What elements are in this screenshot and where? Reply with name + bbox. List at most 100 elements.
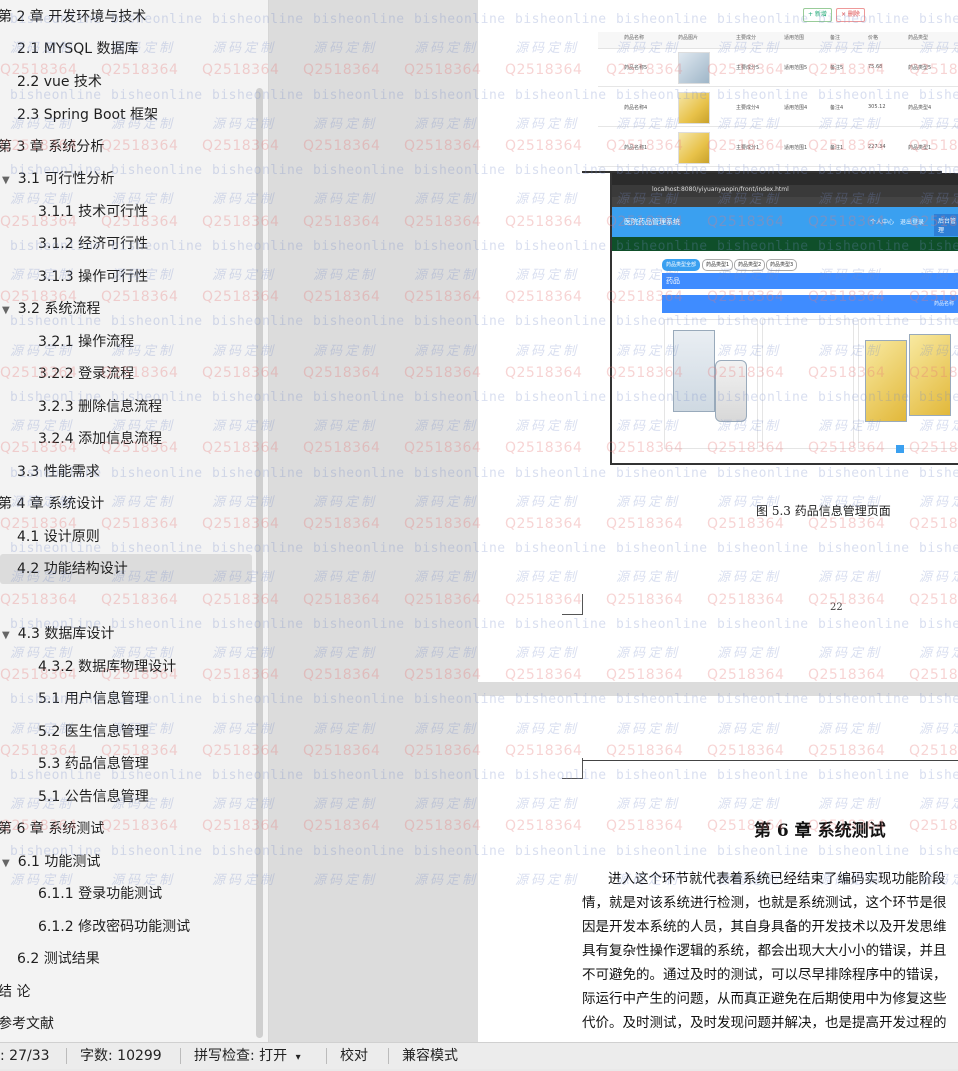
figure-browser-screenshot: localhost:8080/yiyuanyaopin/front/index.… [610, 173, 958, 465]
outline-item[interactable]: 6.1.1 登录功能测试 [38, 879, 162, 909]
outline-item-label: 结 论 [0, 984, 31, 1000]
table-header: 药品名称 药品图片 主要成分 适用范围 备注 价格 药品类型 [598, 32, 958, 49]
table-cell: 适用范围5 [784, 65, 808, 71]
outline-item-label: 第 4 章 系统设计 [0, 496, 105, 512]
outline-item[interactable]: 结 论 [0, 977, 30, 1007]
browser-bookmarks-bar [612, 197, 958, 207]
outline-item[interactable]: 参考文献 [0, 1009, 54, 1039]
pager-dot [896, 445, 904, 453]
outline-item[interactable]: 3.2.3 删除信息流程 [38, 392, 162, 422]
table-cell: 主要成分1 [736, 145, 760, 151]
outline-item[interactable]: 第 6 章 系统测试 [0, 814, 104, 844]
delete-button: × 删除 [836, 8, 865, 22]
outline-item[interactable]: 6.2 测试结果 [17, 944, 100, 974]
outline-item[interactable]: 3.3 性能需求 [17, 457, 100, 487]
outline-item-label: 参考文献 [0, 1016, 54, 1032]
outline-item-label: 3.2 系统流程 [17, 301, 101, 317]
app-title: 医院药品管理系统 [624, 218, 680, 226]
table-cell: 备注4 [830, 105, 844, 111]
expand-caret-icon[interactable]: ▼ [2, 858, 10, 869]
app-banner [612, 237, 958, 251]
figure-caption: 图 5.3 药品信息管理页面 [756, 504, 891, 518]
outline-item-label: 3.2.4 添加信息流程 [38, 431, 163, 447]
app-header: 医院药品管理系统 个人中心 退出登录 后台管理 [612, 207, 958, 237]
table-row: 药品名称1 主要成分1 适用范围1 备注1 227.34 药品类型1 [598, 128, 958, 167]
outline-item[interactable]: 5.1 公告信息管理 [38, 782, 149, 812]
outline-scrollbar[interactable] [256, 88, 263, 1038]
outline-item-label: 3.2.3 删除信息流程 [38, 399, 163, 415]
table-header-cell: 备注 [830, 35, 841, 41]
expand-caret-icon[interactable]: ▼ [2, 630, 10, 641]
table-cell: 305.12 [868, 104, 886, 110]
table-cell: 药品类型1 [908, 145, 932, 151]
outline-item[interactable]: 4.1 设计原则 [17, 522, 100, 552]
page-counter[interactable]: : 27/33 [0, 1043, 50, 1069]
word-count[interactable]: 字数: 10299 [80, 1043, 162, 1069]
table-header-cell: 药品类型 [908, 35, 929, 41]
browser-tab-strip [612, 173, 958, 185]
outline-item-label: 第 6 章 系统测试 [0, 821, 105, 837]
outline-item[interactable]: 第 2 章 开发环境与技术 [0, 2, 146, 32]
outline-item[interactable]: 5.1 用户信息管理 [38, 684, 149, 714]
outline-item[interactable]: 2.1 MYSQL 数据库 [17, 34, 139, 64]
drug-box-image [865, 340, 907, 422]
table-cell: 227.34 [868, 144, 886, 150]
outline-item[interactable]: 3.1.1 技术可行性 [38, 197, 148, 227]
table-cell: 适用范围4 [784, 105, 808, 111]
outline-item[interactable]: 3.1.3 操作可行性 [38, 262, 148, 292]
app-nav-item: 后台管理 [934, 214, 958, 236]
chevron-down-icon: ▾ [295, 1052, 301, 1063]
category-bar-label: 药品 [666, 277, 680, 285]
status-bar: : 27/33 字数: 10299 拼写检查: 打开 ▾ 校对 兼容模式 [0, 1042, 958, 1069]
paragraph-line: 因是开发本系统的人员，其自身具备的开发技术以及开发思维 [582, 919, 947, 935]
app-nav-item: 退出登录 [900, 219, 925, 226]
figure-table-screenshot: + 新增 × 删除 药品名称 药品图片 主要成分 适用范围 备注 价格 药品类型… [598, 0, 958, 170]
outline-item[interactable]: ▼ 3.2 系统流程 [2, 294, 100, 324]
table-cell: 适用范围1 [784, 145, 808, 151]
outline-item[interactable]: 第 4 章 系统设计 [0, 489, 104, 519]
table-cell: 药品类型5 [908, 65, 932, 71]
add-button: + 新增 [803, 8, 832, 22]
category-chip: 药品类型全部 [662, 259, 701, 271]
outline-item[interactable]: 4.2 功能结构设计 [17, 554, 128, 584]
outline-item[interactable]: ▼ 3.1 可行性分析 [2, 164, 114, 194]
outline-item-label: 5.1 公告信息管理 [38, 789, 149, 805]
expand-caret-icon[interactable]: ▼ [2, 305, 10, 316]
outline-item[interactable]: ▼ 6.1 功能测试 [2, 847, 100, 877]
paragraph-line: 进入这个环节就代表着系统已经结束了编码实现功能阶段 [608, 871, 946, 887]
outline-item[interactable]: 5.2 医生信息管理 [38, 717, 149, 747]
expand-caret-icon[interactable]: ▼ [2, 175, 10, 186]
outline-item[interactable]: 3.1.2 经济可行性 [38, 229, 148, 259]
table-cell: 主要成分4 [736, 105, 760, 111]
table-header-cell: 药品图片 [678, 35, 699, 41]
proofread-button[interactable]: 校对 [340, 1043, 368, 1069]
table-row: 药品名称5 主要成分5 适用范围5 备注5 75.68 药品类型5 [598, 48, 958, 87]
outline-item[interactable]: 4.3.2 数据库物理设计 [38, 652, 176, 682]
compat-mode-label[interactable]: 兼容模式 [402, 1043, 458, 1069]
table-row: 药品名称4 主要成分4 适用范围4 备注4 305.12 药品类型4 [598, 88, 958, 127]
outline-item[interactable]: 2.2 vue 技术 [17, 67, 102, 97]
outline-item[interactable]: 第 3 章 系统分析 [0, 132, 104, 162]
outline-item[interactable]: 3.2.1 操作流程 [38, 327, 134, 357]
list-bar: 药品名称 [662, 295, 958, 313]
outline-item[interactable]: 5.3 药品信息管理 [38, 749, 149, 779]
page-corner-mark [562, 594, 583, 615]
outline-item[interactable]: 3.2.4 添加信息流程 [38, 424, 162, 454]
paragraph-line: 情，就是对该系统进行检测，也就是系统测试，这个环节是很 [582, 895, 947, 911]
outline-item[interactable]: 3.2.2 登录流程 [38, 359, 134, 389]
outline-item-label: 3.3 性能需求 [17, 464, 100, 480]
outline-item[interactable]: ▼ 4.3 数据库设计 [2, 619, 114, 649]
drug-box-image [909, 334, 951, 416]
spellcheck-toggle[interactable]: 拼写检查: 打开 ▾ [194, 1043, 301, 1071]
outline-item-label: 3.1 可行性分析 [17, 171, 115, 187]
drug-bottle-image [715, 360, 747, 422]
outline-item-label: 4.3.2 数据库物理设计 [38, 659, 177, 675]
table-cell: 备注5 [830, 65, 844, 71]
divider [388, 1048, 389, 1064]
paragraph-line: 代价。及时测试，及时发现问题并解决，也是提高开发过程的 [582, 1015, 947, 1031]
outline-item[interactable]: 6.1.2 修改密码功能测试 [38, 912, 190, 942]
table-cell: 药品名称4 [624, 105, 648, 111]
outline-item-label: 3.2.2 登录流程 [38, 366, 135, 382]
table-header-cell: 价格 [868, 35, 879, 41]
outline-item[interactable]: 2.3 Spring Boot 框架 [17, 100, 158, 130]
